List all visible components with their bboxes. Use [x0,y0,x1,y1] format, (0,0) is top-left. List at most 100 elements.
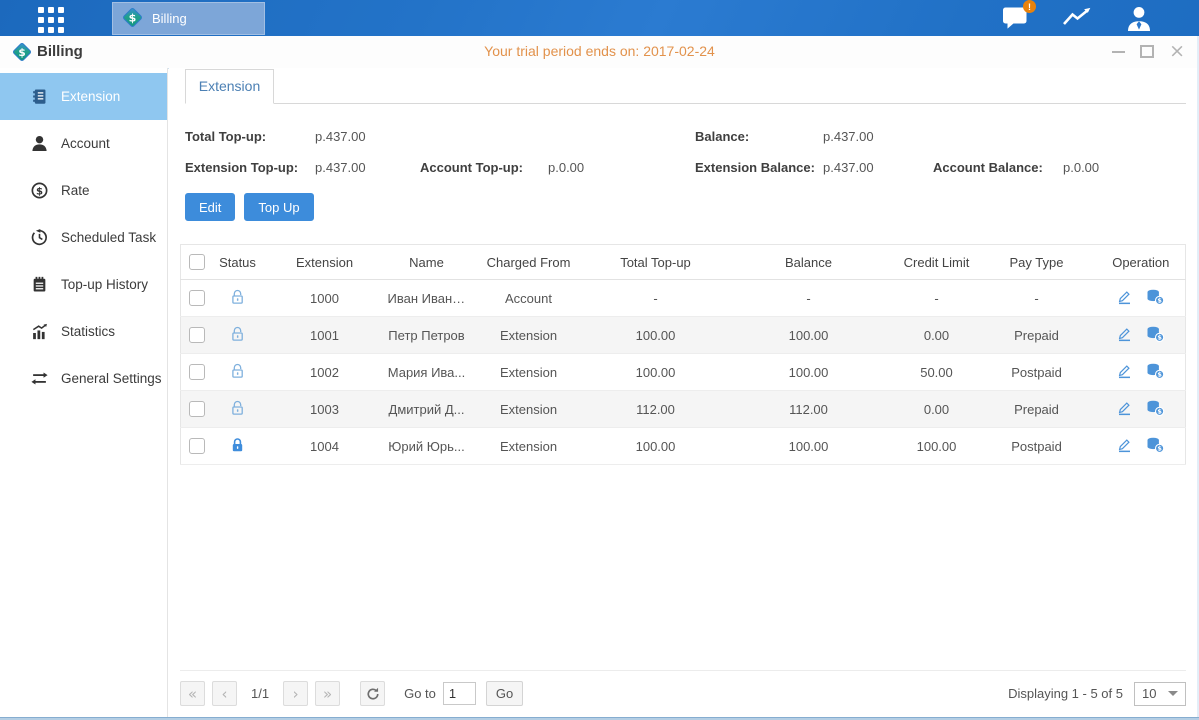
lock-open-icon [230,330,245,345]
notification-badge: ! [1023,0,1036,13]
sidebar-item-account[interactable]: Account [0,120,167,167]
balance-value: p.437.00 [823,129,933,144]
extension-balance-value: p.437.00 [823,160,933,175]
ledger-icon [30,88,48,106]
lock-open-icon [230,293,245,308]
billing-diamond-icon: $ [122,7,143,31]
first-page-button[interactable]: « [180,681,205,706]
charged-from-cell: Extension [467,317,591,354]
go-button[interactable]: Go [486,681,523,706]
column-header: Extension [263,245,387,280]
close-button[interactable]: × [1169,42,1185,61]
total-topup-cell: 100.00 [591,317,721,354]
table-body: 1000Иван ИвановAccount----$1001Петр Петр… [181,280,1186,465]
edit-pencil-icon[interactable] [1116,363,1132,382]
sidebar-item-rate[interactable]: $ Rate [0,167,167,214]
extension-cell: 1000 [263,280,387,317]
page-indicator: 1/1 [251,686,269,701]
sidebar-item-label: Extension [61,89,120,104]
balance-cell: 112.00 [721,391,897,428]
balance-cell: 100.00 [721,428,897,465]
charged-from-cell: Account [467,280,591,317]
svg-text:$: $ [35,186,42,197]
topup-coins-icon[interactable]: $ [1146,326,1165,345]
extension-balance-label: Extension Balance: [695,160,823,175]
column-header: Status [213,245,263,280]
column-header: Total Top-up [591,245,721,280]
next-page-button[interactable]: › [283,681,308,706]
account-balance-value: p.0.00 [1063,160,1186,175]
name-cell: Иван Иванов [387,280,467,317]
refresh-icon [366,687,380,701]
user-menu-button[interactable] [1125,6,1153,31]
sidebar-item-label: General Settings [61,371,162,386]
page-size-select[interactable]: 10 [1134,682,1186,706]
edit-pencil-icon[interactable] [1116,326,1132,345]
sidebar-item-extension[interactable]: Extension [0,73,167,120]
prev-page-button[interactable]: ‹ [212,681,237,706]
stats-button[interactable] [1062,7,1092,29]
row-checkbox[interactable] [189,438,205,454]
topup-coins-icon[interactable]: $ [1146,400,1165,419]
edit-button[interactable]: Edit [185,193,235,221]
sidebar-item-label: Statistics [61,324,115,339]
goto-label: Go to [404,686,436,701]
edit-pencil-icon[interactable] [1116,400,1132,419]
column-header: Balance [721,245,897,280]
credit-limit-cell: 0.00 [897,317,977,354]
balance-cell: 100.00 [721,354,897,391]
row-checkbox[interactable] [189,364,205,380]
goto-page-input[interactable] [443,682,476,705]
row-checkbox[interactable] [189,290,205,306]
row-checkbox[interactable] [189,401,205,417]
task-tab-label: Billing [152,11,187,26]
pay-type-cell: Prepaid [977,317,1097,354]
dollar-circle-icon: $ [30,182,48,200]
sidebar-item-general-settings[interactable]: General Settings [0,355,167,402]
top-up-button[interactable]: Top Up [244,193,313,221]
person-icon [30,135,48,153]
sidebar-item-scheduled-task[interactable]: Scheduled Task [0,214,167,261]
notifications-button[interactable]: ! [1002,6,1029,30]
app-grid-icon[interactable] [38,7,66,29]
sidebar-item-label: Rate [61,183,90,198]
refresh-button[interactable] [360,681,385,706]
select-all-checkbox[interactable] [189,254,205,270]
pay-type-cell: Postpaid [977,428,1097,465]
sidebar-item-top-up-history[interactable]: Top-up History [0,261,167,308]
extension-cell: 1002 [263,354,387,391]
table-row: 1002Мария Ива...Extension100.00100.0050.… [181,354,1186,391]
tab-extension[interactable]: Extension [185,69,274,104]
svg-text:$: $ [1158,370,1163,378]
minimize-button[interactable] [1112,51,1125,53]
table-header-row: StatusExtensionNameCharged FromTotal Top… [181,245,1186,280]
total-topup-value: p.437.00 [315,129,420,144]
name-cell: Мария Ива... [387,354,467,391]
sidebar-item-label: Scheduled Task [61,230,156,245]
name-cell: Юрий Юрь... [387,428,467,465]
svg-text:$: $ [1158,296,1163,304]
tab-strip: Extension [185,69,1186,104]
topup-coins-icon[interactable]: $ [1146,289,1165,308]
edit-pencil-icon[interactable] [1116,437,1132,456]
sidebar-item-statistics[interactable]: Statistics [0,308,167,355]
topup-coins-icon[interactable]: $ [1146,363,1165,382]
svg-text:$: $ [1158,444,1163,452]
table-row: 1001Петр ПетровExtension100.00100.000.00… [181,317,1186,354]
notebook-icon [30,276,48,294]
last-page-button[interactable]: » [315,681,340,706]
window-title-bar: $ Billing Your trial period ends on: 201… [0,36,1199,69]
maximize-button[interactable] [1140,45,1154,58]
edit-pencil-icon[interactable] [1116,289,1132,308]
charged-from-cell: Extension [467,428,591,465]
column-header: Charged From [467,245,591,280]
topup-coins-icon[interactable]: $ [1146,437,1165,456]
exchange-arrows-icon [30,370,48,388]
row-checkbox[interactable] [189,327,205,343]
pagination-bar: « ‹ 1/1 › » Go to Go Displaying 1 - 5 of… [180,670,1186,716]
extension-cell: 1001 [263,317,387,354]
total-topup-cell: 100.00 [591,428,721,465]
account-topup-value: p.0.00 [548,160,695,175]
lock-open-icon [230,404,245,419]
task-tab-billing[interactable]: $ Billing [112,2,265,35]
